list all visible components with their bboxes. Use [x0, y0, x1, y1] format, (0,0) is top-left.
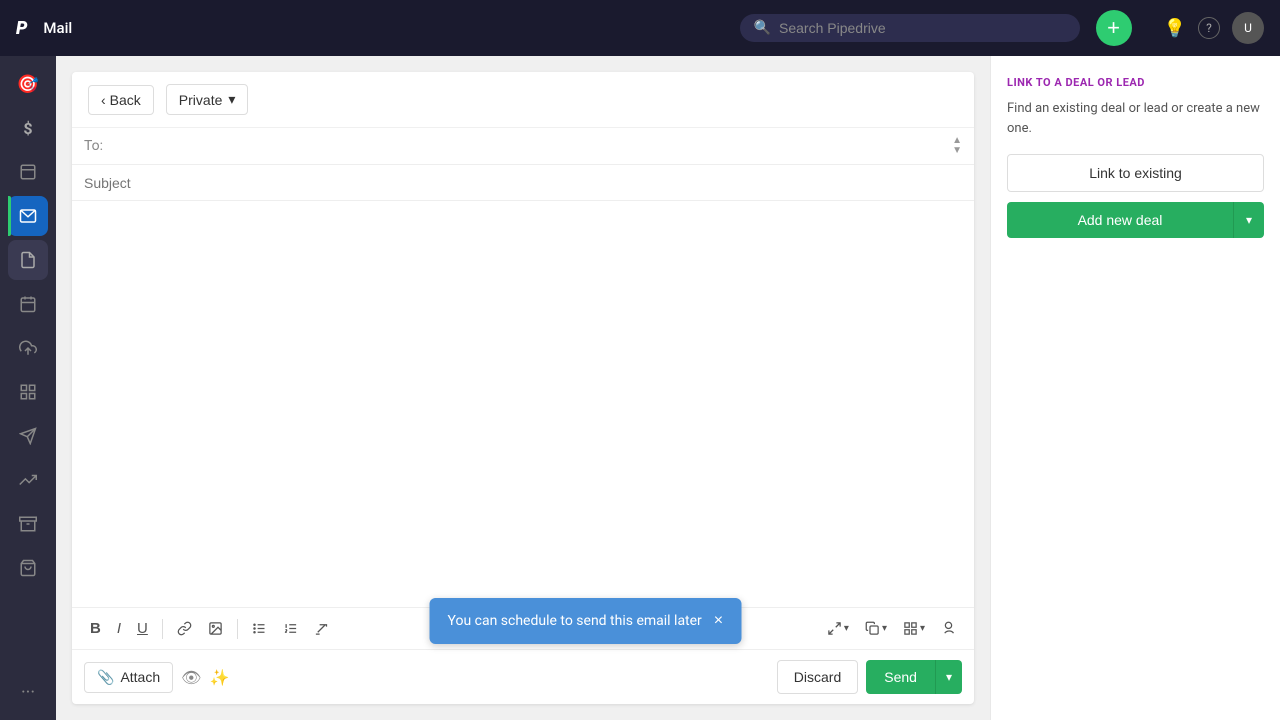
email-body[interactable]: [72, 201, 974, 607]
sidebar-item-deals[interactable]: $: [8, 108, 48, 148]
toolbar-separator-1: [162, 619, 163, 639]
subject-field: [72, 165, 974, 201]
user-avatar[interactable]: U: [1232, 12, 1264, 44]
ordered-list-button[interactable]: [277, 617, 304, 640]
bullet-list-button[interactable]: [246, 617, 273, 640]
sidebar-item-target[interactable]: 🎯: [8, 64, 48, 104]
tooltip-close-button[interactable]: ×: [714, 612, 723, 630]
top-nav: P Mail 🔍 + 💡 ? U: [0, 0, 1280, 56]
toolbar-right: ▾ ▾ ▾: [821, 617, 962, 640]
add-deal-dropdown-button[interactable]: ▾: [1233, 202, 1264, 238]
subject-input[interactable]: [84, 175, 962, 191]
sidebar-item-upload[interactable]: [8, 328, 48, 368]
link-button[interactable]: [171, 617, 198, 640]
preview-icon[interactable]: 👁: [181, 668, 201, 687]
add-deal-button[interactable]: Add new deal: [1007, 202, 1233, 238]
sidebar-item-insights[interactable]: [8, 460, 48, 500]
content-area: ‹ Back Private ▾ To: ▲ ▼: [56, 56, 1280, 720]
lightbulb-icon[interactable]: 💡: [1164, 18, 1186, 39]
toolbar-separator-2: [237, 619, 238, 639]
search-icon: 🔍: [754, 20, 771, 36]
action-icons: 👁 ✨: [181, 668, 229, 687]
privacy-button[interactable]: Private ▾: [166, 84, 249, 115]
sidebar-more-button[interactable]: ···: [8, 672, 48, 712]
sidebar-item-products[interactable]: [8, 548, 48, 588]
sidebar: 🎯 $ ···: [0, 56, 56, 720]
to-input[interactable]: [114, 138, 952, 154]
panel-section-title: LINK TO A DEAL OR LEAD: [1007, 76, 1264, 89]
sidebar-item-mail[interactable]: [8, 196, 48, 236]
nav-icons: 💡 ? U: [1164, 12, 1264, 44]
to-label: To:: [84, 138, 114, 154]
help-icon[interactable]: ?: [1198, 17, 1220, 39]
to-field: To: ▲ ▼: [72, 128, 974, 165]
attach-label: Attach: [120, 669, 160, 685]
schedule-tooltip: You can schedule to send this email late…: [430, 598, 742, 644]
sidebar-item-calendar[interactable]: [8, 284, 48, 324]
italic-button[interactable]: I: [111, 616, 127, 641]
app-logo: P: [16, 18, 27, 39]
composer-header: ‹ Back Private ▾: [72, 72, 974, 128]
expand-button-1[interactable]: ▾: [821, 617, 855, 640]
right-panel: LINK TO A DEAL OR LEAD Find an existing …: [990, 56, 1280, 720]
action-right: Discard Send ▾: [777, 660, 962, 694]
image-button[interactable]: [202, 617, 229, 640]
sidebar-item-send[interactable]: [8, 416, 48, 456]
magic-icon[interactable]: ✨: [209, 668, 229, 687]
search-input[interactable]: [779, 20, 1066, 36]
email-composer: ‹ Back Private ▾ To: ▲ ▼: [72, 72, 974, 704]
paperclip-icon: 📎: [97, 669, 114, 686]
add-deal-group: Add new deal ▾: [1007, 202, 1264, 238]
back-chevron-icon: ‹: [101, 92, 106, 108]
sidebar-item-reports[interactable]: [8, 372, 48, 412]
link-existing-button[interactable]: Link to existing: [1007, 154, 1264, 192]
avatar-initials: U: [1244, 21, 1252, 35]
panel-description: Find an existing deal or lead or create …: [1007, 99, 1264, 138]
send-button[interactable]: Send: [866, 660, 935, 694]
bold-button[interactable]: B: [84, 616, 107, 641]
expand-button-3[interactable]: ▾: [897, 617, 931, 640]
main-layout: 🎯 $ ···: [0, 56, 1280, 720]
back-label: Back: [110, 92, 141, 108]
signature-button[interactable]: [935, 617, 962, 640]
back-button[interactable]: ‹ Back: [88, 85, 154, 115]
to-arrows[interactable]: ▲ ▼: [952, 136, 962, 156]
app-title: Mail: [43, 19, 72, 37]
privacy-label: Private: [179, 92, 223, 108]
attach-button[interactable]: 📎 Attach: [84, 662, 173, 693]
send-group: Send ▾: [866, 660, 962, 694]
privacy-chevron-icon: ▾: [228, 91, 235, 108]
clear-format-button[interactable]: [308, 617, 335, 640]
tooltip-message: You can schedule to send this email late…: [448, 613, 702, 629]
send-dropdown-button[interactable]: ▾: [935, 660, 962, 694]
add-button[interactable]: +: [1096, 10, 1132, 46]
sidebar-item-contacts[interactable]: [8, 152, 48, 192]
discard-button[interactable]: Discard: [777, 660, 858, 694]
email-panel: ‹ Back Private ▾ To: ▲ ▼: [56, 56, 990, 720]
sidebar-item-docs[interactable]: [8, 240, 48, 280]
sidebar-item-archive[interactable]: [8, 504, 48, 544]
action-bar: 📎 Attach 👁 ✨ Discard Send ▾: [72, 649, 974, 704]
search-bar: 🔍: [740, 14, 1080, 42]
underline-button[interactable]: U: [131, 616, 154, 641]
expand-button-2[interactable]: ▾: [859, 617, 893, 640]
